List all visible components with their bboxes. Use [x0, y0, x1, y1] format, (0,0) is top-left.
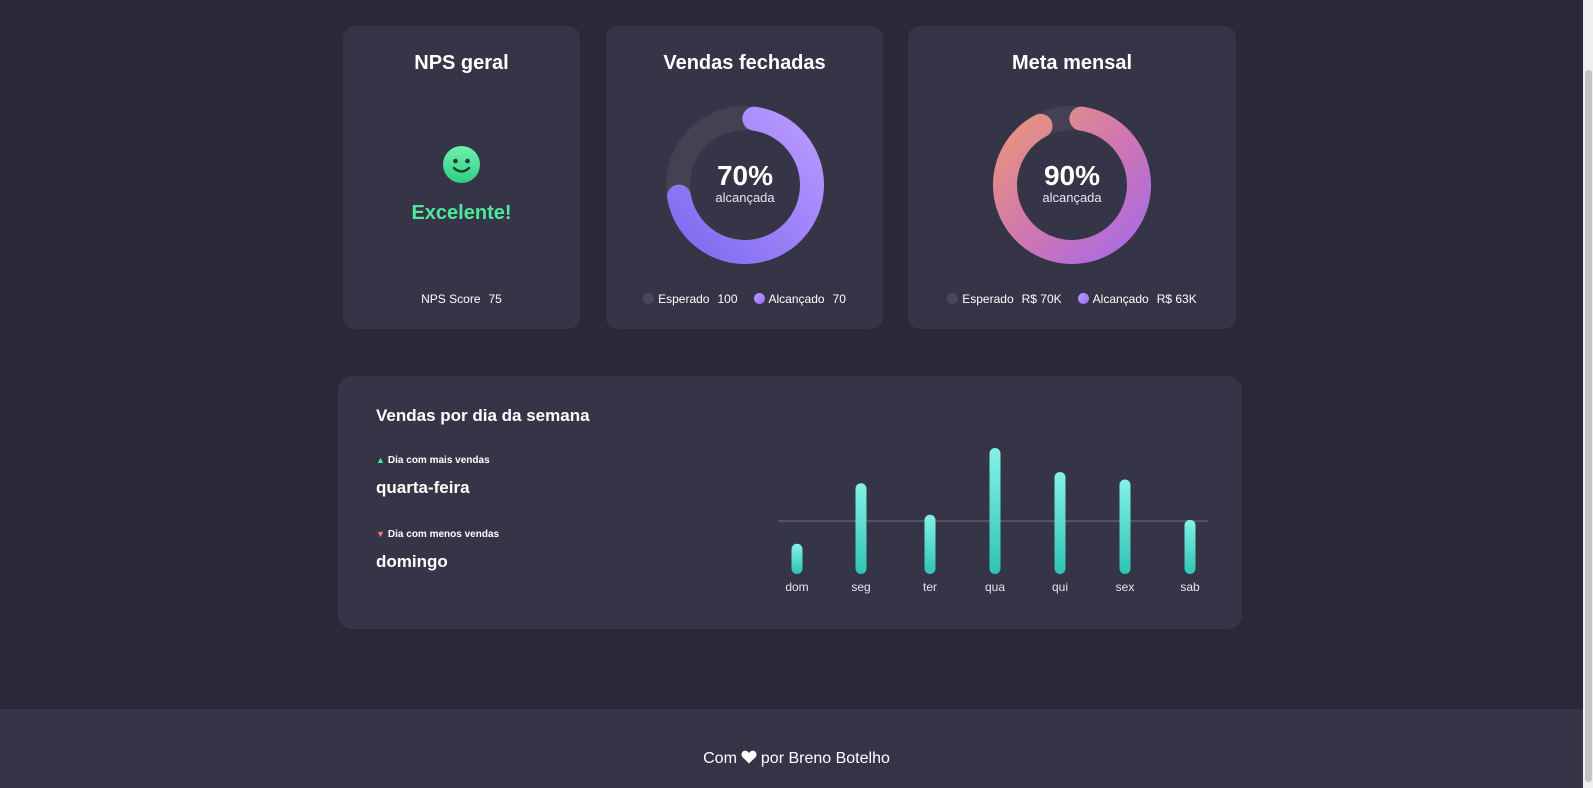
bar-sab	[1184, 519, 1196, 574]
tick-label-seg: seg	[851, 580, 870, 594]
tick-label-ter: ter	[923, 580, 937, 594]
tick-label-qua: qua	[985, 580, 1005, 594]
bar-ter	[924, 514, 936, 574]
vendas-donut: 70% alcançada	[665, 105, 825, 265]
tick-label-sex: sex	[1116, 580, 1135, 594]
weekly-sales-card: Vendas por dia da semana ▲ Dia com mais v…	[338, 376, 1242, 629]
expected-dot-icon	[643, 293, 655, 304]
tick-label-qui: qui	[1052, 580, 1068, 594]
expected-dot-icon	[947, 293, 959, 304]
tick-label-dom: dom	[785, 580, 808, 594]
meta-achieved-value: R$ 63K	[1156, 292, 1197, 306]
vendas-achieved-value: 70	[832, 292, 846, 306]
footer-suffix: por Breno Botelho	[760, 750, 890, 767]
page-footer: Com por Breno Botelho	[0, 709, 1593, 788]
vendas-title: Vendas fechadas	[663, 52, 826, 74]
vendas-percent: 70%	[716, 160, 774, 191]
meta-expected-value: R$ 70K	[1021, 292, 1062, 306]
vendas-expected-label: Esperado	[658, 292, 710, 306]
nps-score-value: 75	[488, 292, 502, 306]
heart-icon	[741, 750, 757, 764]
footer-prefix: Com	[703, 750, 737, 767]
scrollbar-thumb[interactable]	[1585, 70, 1592, 782]
bar-dom	[791, 543, 803, 574]
vendas-card: Vendas fechadas 70% alcançada Esperado 10…	[606, 26, 883, 329]
bar-seg	[855, 483, 867, 574]
vendas-sub: alcançada	[715, 190, 775, 205]
nps-card: NPS geral Excelente! NPS Score 75	[343, 26, 580, 329]
nps-score: NPS Score 75	[343, 292, 580, 306]
meta-title: Meta mensal	[1011, 52, 1133, 74]
achieved-dot-icon	[753, 293, 765, 304]
bar-sex	[1119, 479, 1131, 574]
meta-card: Meta mensal 90% alcançada Esperado R$ 70K…	[908, 26, 1236, 329]
nps-score-label: NPS Score	[421, 292, 481, 306]
meta-sub: alcançada	[1042, 190, 1102, 205]
nps-status: Excelente!	[411, 202, 512, 224]
meta-achieved-label: Alcançado	[1092, 292, 1149, 306]
vendas-expected-value: 100	[717, 292, 738, 306]
nps-title: NPS geral	[414, 52, 509, 74]
meta-legend: Esperado R$ 70K Alcançado R$ 63K	[908, 292, 1236, 306]
smiley-icon	[443, 146, 480, 183]
bar-qui	[1054, 471, 1066, 574]
vendas-achieved-label: Alcançado	[768, 292, 825, 306]
meta-expected-label: Esperado	[962, 292, 1014, 306]
tick-label-sab: sab	[1180, 580, 1200, 594]
meta-donut: 90% alcançada	[992, 105, 1152, 265]
achieved-dot-icon	[1077, 293, 1089, 304]
bar-qua	[989, 448, 1001, 574]
meta-percent: 90%	[1043, 160, 1101, 191]
vendas-legend: Esperado 100 Alcançado 70	[606, 292, 883, 306]
weekly-bar-chart: dom seg ter qua qui sex sab	[778, 448, 1208, 594]
footer-credit: Com por Breno Botelho	[0, 750, 1593, 768]
